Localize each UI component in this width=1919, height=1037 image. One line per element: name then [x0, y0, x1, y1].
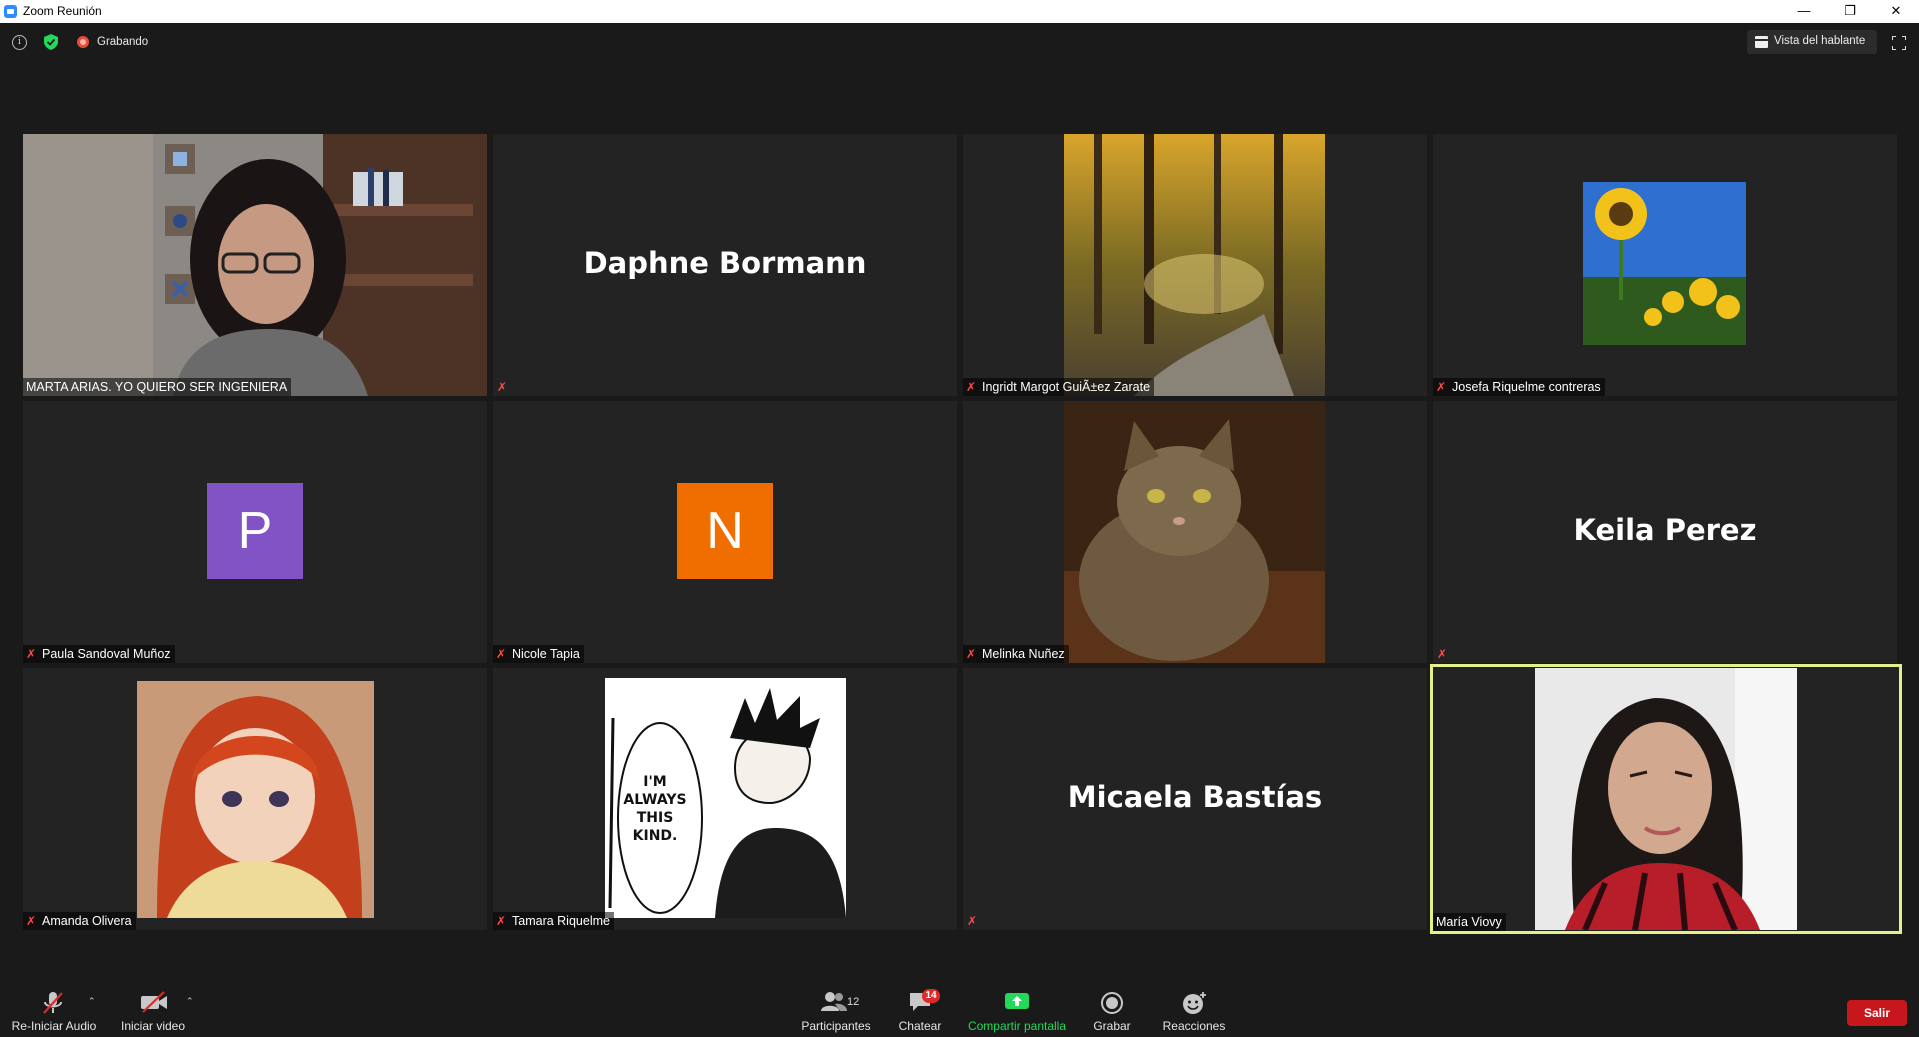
participant-tile[interactable]: ✗ Josefa Riquelme contreras: [1433, 134, 1897, 396]
meeting-toolbar: Re-Iniciar Audio ⌃ Iniciar video ⌃ 12 Pa…: [0, 975, 1919, 1037]
participant-tile[interactable]: Keila Perez ✗: [1433, 401, 1897, 663]
participant-name: ✗ Paula Sandoval Muñoz: [23, 645, 175, 663]
chat-button[interactable]: 14 Chatear: [892, 975, 948, 1037]
muted-mic-icon: ✗: [966, 380, 977, 394]
reactions-label: Reacciones: [1162, 1019, 1226, 1033]
muted-mic-icon: ✗: [1437, 647, 1448, 661]
minimize-button[interactable]: —: [1781, 0, 1827, 23]
active-speaker-tile[interactable]: María Viovy: [1430, 664, 1902, 934]
video-feed-image: [1535, 668, 1797, 930]
participant-avatar: P: [207, 483, 303, 579]
participant-display-name: Keila Perez: [1573, 513, 1757, 547]
record-icon: [1101, 992, 1123, 1014]
comic-speech-text: I'M ALWAYS THIS KIND.: [620, 773, 690, 845]
muted-mic-icon: ✗: [967, 914, 978, 928]
comic-line: ALWAYS: [623, 792, 687, 808]
chat-label: Chatear: [898, 1019, 942, 1033]
comic-line: THIS: [636, 810, 674, 826]
participant-name: ✗ Melinka Nuñez: [963, 645, 1069, 663]
participant-avatar: N: [677, 483, 773, 579]
participant-name: ✗ Ingridt Margot GuiÃ±ez Zarate: [963, 378, 1155, 396]
muted-mic-icon: ✗: [1436, 380, 1447, 394]
participant-name: ✗ Josefa Riquelme contreras: [1433, 378, 1605, 396]
reactions-button[interactable]: Reacciones: [1156, 975, 1232, 1037]
record-label: Grabar: [1093, 1019, 1131, 1033]
participant-name: MARTA ARIAS. YO QUIERO SER INGENIERA: [23, 378, 292, 396]
muted-mic-icon: ✗: [496, 914, 507, 928]
participant-tile[interactable]: Daphne Bormann ✗: [493, 134, 957, 396]
meeting-top-bar: i Grabando Vista del hablante: [0, 23, 1919, 63]
close-window-button[interactable]: ✕: [1873, 0, 1919, 23]
recording-label: Grabando: [97, 36, 149, 48]
record-button[interactable]: Grabar: [1086, 975, 1138, 1037]
speaker-view-button[interactable]: Vista del hablante: [1747, 30, 1877, 54]
participant-display-name: Daphne Bormann: [583, 246, 867, 280]
participant-name: ✗ Nicole Tapia: [493, 645, 584, 663]
window-title-bar: Zoom Reunión — ❐ ✕: [0, 0, 1919, 23]
participant-tile[interactable]: P ✗ Paula Sandoval Muñoz: [23, 401, 487, 663]
window-title: Zoom Reunión: [23, 4, 102, 18]
video-feed-image: [23, 134, 487, 396]
comic-line: I'M: [643, 774, 667, 790]
audio-options-chevron-up-icon[interactable]: ⌃: [88, 996, 96, 1007]
muted-mic-icon: ✗: [497, 380, 508, 394]
muted-mic-icon: ✗: [496, 647, 507, 661]
audio-label: Re-Iniciar Audio: [11, 1019, 97, 1033]
participant-tile[interactable]: ✗ Ingridt Margot GuiÃ±ez Zarate: [963, 134, 1427, 396]
speaker-view-label: Vista del hablante: [1774, 35, 1866, 47]
profile-picture-forest: [1064, 134, 1325, 396]
leave-meeting-button[interactable]: Salir: [1847, 1000, 1907, 1026]
share-screen-icon: [1005, 993, 1029, 1009]
participant-name: María Viovy: [1433, 913, 1506, 931]
participant-tile[interactable]: ✗ Amanda Olivera: [23, 668, 487, 930]
profile-picture-sunflowers: [1583, 182, 1746, 345]
video-options-chevron-up-icon[interactable]: ⌃: [186, 996, 194, 1007]
share-screen-label: Compartir pantalla: [967, 1019, 1067, 1033]
participants-icon: [821, 992, 847, 1011]
shield-icon[interactable]: [44, 34, 58, 50]
participants-label: Participantes: [801, 1019, 871, 1033]
muted-mic-icon: ✗: [966, 647, 977, 661]
participants-button[interactable]: 12 Participantes: [796, 975, 876, 1037]
recording-icon: [77, 36, 89, 48]
participant-tile[interactable]: ✗ Melinka Nuñez: [963, 401, 1427, 663]
participant-tile[interactable]: Micaela Bastías ✗: [963, 668, 1427, 930]
participant-display-name: Micaela Bastías: [1067, 780, 1323, 814]
participant-name: ✗ Tamara Riquelme: [493, 912, 614, 930]
participants-count: 12: [847, 996, 860, 1008]
comic-line: KIND.: [632, 828, 678, 844]
reactions-smiley-icon: [1183, 992, 1206, 1014]
video-button[interactable]: Iniciar video: [112, 975, 194, 1037]
chat-unread-badge: 14: [922, 989, 940, 1003]
info-icon[interactable]: i: [12, 35, 27, 50]
muted-mic-icon: ✗: [26, 914, 37, 928]
participant-tile[interactable]: MARTA ARIAS. YO QUIERO SER INGENIERA: [23, 134, 487, 396]
share-screen-button[interactable]: Compartir pantalla: [962, 975, 1072, 1037]
muted-mic-icon: ✗: [26, 647, 37, 661]
fullscreen-icon[interactable]: [1892, 36, 1906, 50]
zoom-app-icon: [4, 5, 17, 18]
participant-tile[interactable]: N ✗ Nicole Tapia: [493, 401, 957, 663]
video-off-icon: [141, 991, 167, 1013]
participant-name: ✗ Amanda Olivera: [23, 912, 136, 930]
participant-tile[interactable]: I'M ALWAYS THIS KIND. ✗ Tamara Riquelme: [493, 668, 957, 930]
profile-picture-anime: [137, 681, 374, 918]
profile-picture-cat: [1064, 401, 1325, 663]
video-label: Iniciar video: [120, 1019, 186, 1033]
speaker-view-icon: [1755, 36, 1768, 48]
muted-microphone-icon: [43, 992, 63, 1014]
restore-button[interactable]: ❐: [1827, 0, 1873, 23]
